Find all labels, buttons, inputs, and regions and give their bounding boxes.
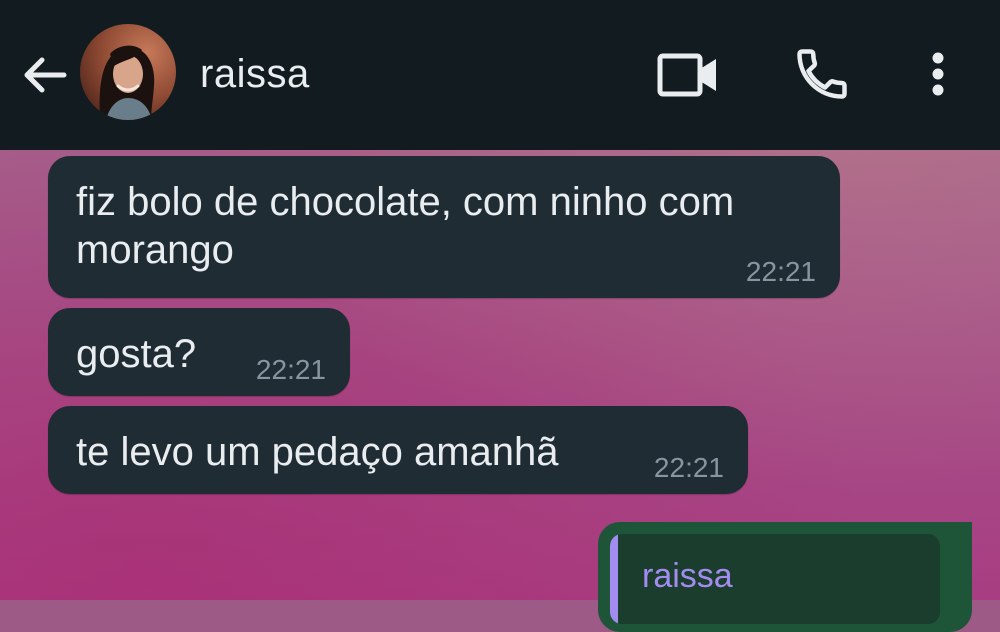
- arrow-left-icon: [24, 57, 67, 93]
- message-bubble[interactable]: fiz bolo de chocolate, com ninho com mor…: [48, 156, 840, 298]
- chat-header: raissa: [0, 0, 1000, 150]
- quoted-author: raissa: [642, 557, 733, 595]
- voice-call-button[interactable]: [792, 44, 852, 104]
- video-call-icon: [657, 53, 716, 97]
- more-vertical-icon: [932, 52, 944, 96]
- back-button[interactable]: [18, 48, 72, 102]
- quote-accent-bar: [610, 534, 618, 624]
- message-time: 22:21: [745, 256, 816, 287]
- contact-avatar-image: [80, 24, 176, 120]
- message-bubble[interactable]: te levo um pedaço amanhã 22:21: [48, 406, 748, 494]
- video-call-button[interactable]: [656, 48, 722, 102]
- quoted-message[interactable]: raissa: [610, 534, 940, 624]
- message-time: 22:21: [653, 452, 724, 483]
- message-text: te levo um pedaço amanhã: [76, 430, 559, 474]
- message-text: gosta?: [76, 332, 197, 376]
- message-time: 22:21: [255, 354, 326, 385]
- phone-call-icon: [797, 49, 847, 99]
- bubble-tail: [950, 522, 972, 544]
- message-text: fiz bolo de chocolate, com ninho com mor…: [76, 180, 746, 272]
- avatar[interactable]: [80, 24, 176, 120]
- contact-name[interactable]: raissa: [200, 52, 310, 96]
- more-options-button[interactable]: [920, 46, 956, 102]
- message-bubble[interactable]: gosta? 22:21: [48, 308, 350, 396]
